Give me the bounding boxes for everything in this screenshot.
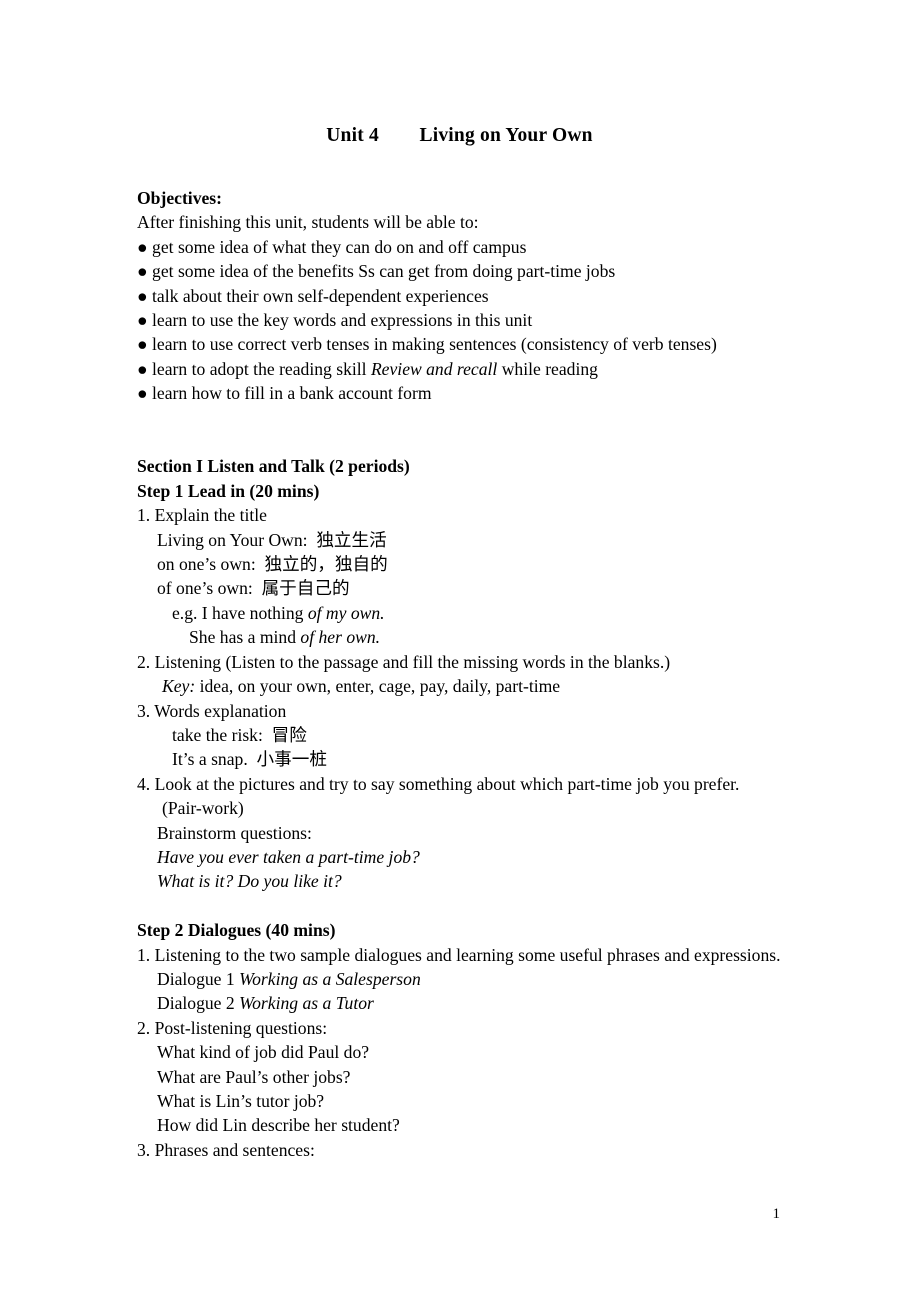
step1-item4-brainstorm-label: Brainstorm questions: (157, 822, 312, 843)
step1-item-2: 2. Listening (Listen to the passage and … (137, 651, 671, 672)
section-gap-2 (137, 894, 782, 918)
key-label: Key: (162, 676, 196, 697)
step-1-heading: Step 1 Lead in (20 mins) (137, 480, 320, 501)
step1-item-1: 1. Explain the title (137, 505, 267, 526)
step1-item-3: 3. Words explanation (137, 700, 287, 721)
objectives-intro: After finishing this unit, students will… (137, 212, 479, 233)
example-2-italic: of her own. (300, 627, 381, 648)
step1-item1-sub-2: on one’s own: 独立的，独自的 (157, 554, 388, 575)
objective-reading-skill-after: while reading (497, 358, 598, 379)
title-gap (137, 148, 782, 186)
step1-item4-pairwork: (Pair-work) (162, 798, 244, 819)
objective-bullet-6: ● learn to adopt the reading skill Revie… (137, 357, 782, 381)
step2-dialogue-1: Dialogue 1 Working as a Salesperson (137, 967, 782, 991)
section-gap-1 (137, 406, 782, 455)
page-title: Unit 4 Living on Your Own (137, 0, 782, 148)
dialogue-2-label: Dialogue 2 (157, 993, 240, 1014)
example-2-text: She has a mind (189, 627, 301, 648)
example-1-text: e.g. I have nothing (172, 602, 308, 623)
section-i-heading: Section I Listen and Talk (2 periods) (137, 456, 410, 477)
step1-item2-key: Key: idea, on your own, enter, cage, pay… (137, 674, 782, 698)
step-2-heading: Step 2 Dialogues (40 mins) (137, 920, 336, 941)
bullet-icon: ● (137, 334, 148, 355)
objective-bullet-4: ● learn to use the key words and express… (137, 308, 782, 332)
objective-label-1: get some idea of what they can do on and… (152, 236, 527, 257)
step1-item1-example-1: e.g. I have nothing of my own. (137, 601, 782, 625)
step2-item-1: 1. Listening to the two sample dialogues… (137, 944, 781, 965)
step2-item2-question-4: How did Lin describe her student? (157, 1115, 400, 1136)
objective-bullet-3: ● talk about their own self-dependent ex… (137, 284, 782, 308)
objectives-heading: Objectives: (137, 188, 223, 208)
title-name: Living on Your Own (419, 125, 593, 146)
bullet-icon: ● (137, 383, 148, 404)
objective-label-7: learn how to fill in a bank account form (152, 383, 432, 404)
step1-item1-sub-3: of one’s own: 属于自己的 (157, 578, 350, 599)
step1-item-4: 4. Look at the pictures and try to say s… (137, 773, 740, 794)
objective-bullet-5: ● learn to use correct verb tenses in ma… (137, 332, 782, 356)
step2-dialogue-2: Dialogue 2 Working as a Tutor (137, 991, 782, 1015)
key-value: idea, on your own, enter, cage, pay, dai… (195, 676, 561, 697)
step1-item3-sub-2: It’s a snap. 小事一桩 (172, 749, 327, 770)
step2-item2-question-1: What kind of job did Paul do? (157, 1042, 370, 1063)
objective-label-5: learn to use correct verb tenses in maki… (152, 334, 717, 355)
bullet-icon: ● (137, 358, 148, 379)
step2-item-3: 3. Phrases and sentences: (137, 1139, 315, 1160)
document-body: Unit 4 Living on Your Own Objectives: Af… (137, 0, 782, 1162)
objective-bullet-2: ● get some idea of the benefits Ss can g… (137, 259, 782, 283)
document-page: Unit 4 Living on Your Own Objectives: Af… (0, 0, 920, 1302)
page-number: 1 (772, 1206, 781, 1222)
objective-reading-skill-italic: Review and recall (370, 358, 498, 379)
step1-item4-question-2: What is it? Do you like it? (157, 871, 342, 892)
objective-bullet-7: ● learn how to fill in a bank account fo… (137, 381, 782, 405)
step1-item1-sub-1: Living on Your Own: 独立生活 (157, 529, 387, 550)
objective-reading-skill-before: learn to adopt the reading skill (152, 358, 371, 379)
bullet-icon: ● (137, 285, 148, 306)
objective-label-3: talk about their own self-dependent expe… (152, 285, 489, 306)
step2-item2-question-2: What are Paul’s other jobs? (157, 1066, 351, 1087)
step2-item-2: 2. Post-listening questions: (137, 1017, 328, 1038)
dialogue-1-title: Working as a Salesperson (239, 968, 421, 989)
example-1-italic: of my own. (307, 602, 385, 623)
bullet-icon: ● (137, 310, 148, 331)
dialogue-1-label: Dialogue 1 (157, 968, 240, 989)
bullet-icon: ● (137, 261, 148, 282)
objective-label-4: learn to use the key words and expressio… (152, 310, 533, 331)
dialogue-2-title: Working as a Tutor (239, 993, 374, 1014)
objective-label-2: get some idea of the benefits Ss can get… (152, 261, 616, 282)
step1-item1-example-2: She has a mind of her own. (137, 625, 782, 649)
title-spacer (379, 125, 420, 146)
title-unit: Unit 4 (326, 125, 379, 146)
step1-item3-sub-1: take the risk: 冒险 (172, 724, 307, 745)
objective-bullet-1: ● get some idea of what they can do on a… (137, 235, 782, 259)
step2-item2-question-3: What is Lin’s tutor job? (157, 1091, 325, 1111)
bullet-icon: ● (137, 236, 148, 257)
step1-item4-question-1: Have you ever taken a part-time job? (157, 846, 420, 867)
